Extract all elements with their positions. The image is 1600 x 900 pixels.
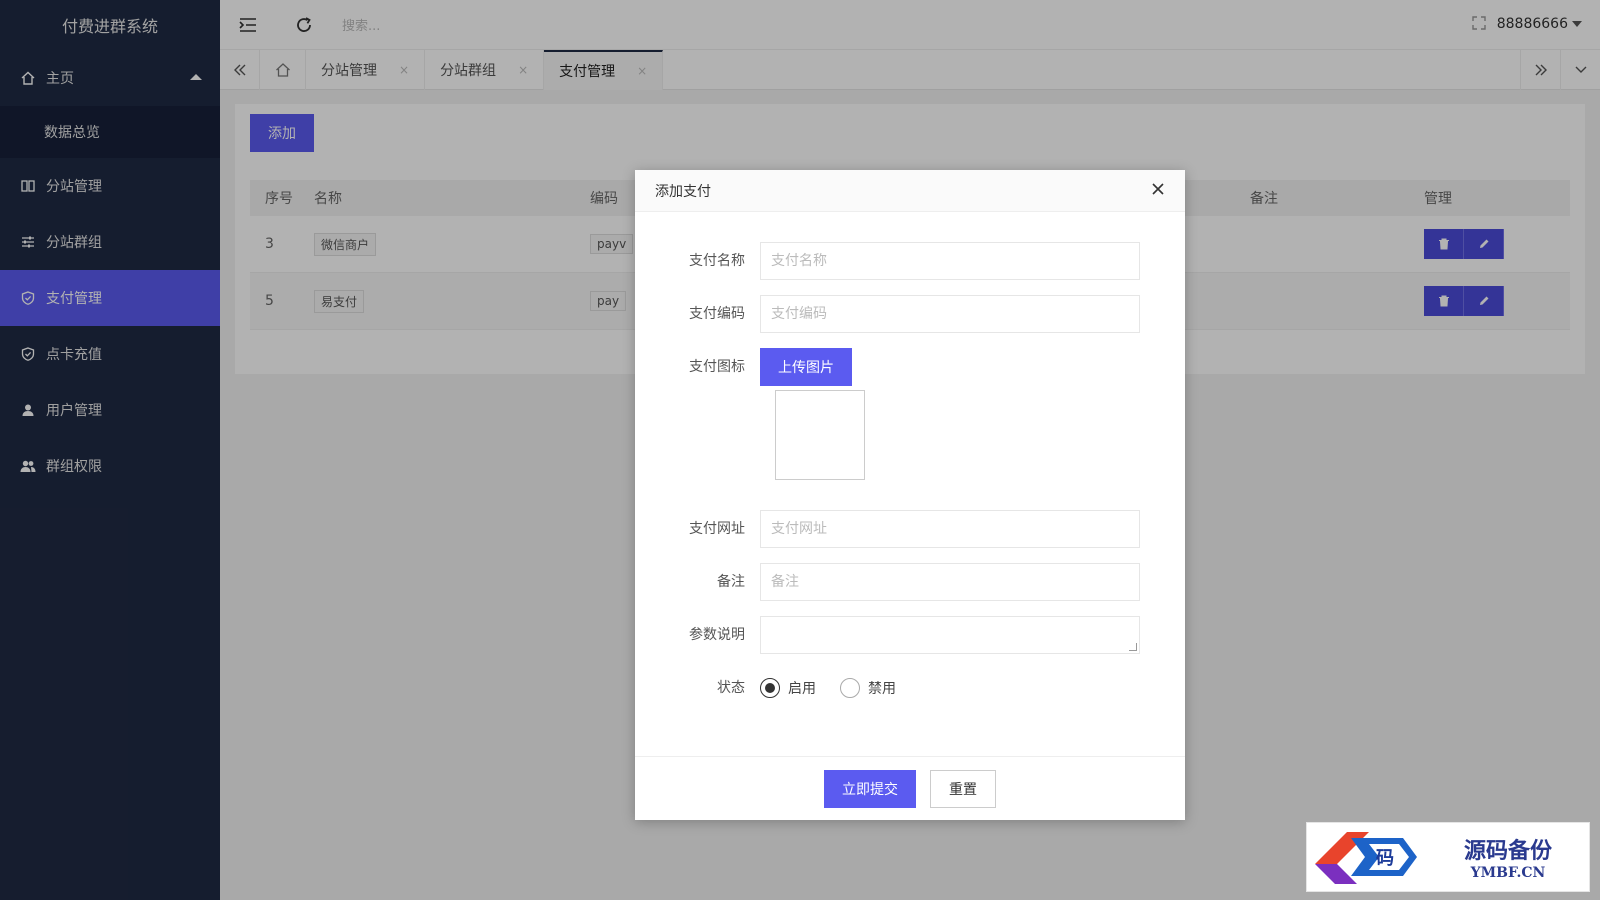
dialog-header: 添加支付: [635, 170, 1185, 212]
form-row-code: 支付编码 支付编码: [650, 295, 1170, 333]
close-button[interactable]: [1151, 182, 1169, 200]
status-radio-group: 启用 禁用: [760, 669, 920, 707]
reset-button[interactable]: 重置: [930, 769, 996, 808]
upload-image-button[interactable]: 上传图片: [760, 348, 852, 386]
watermark-logo: 码 源码备份 YMBF.CN: [1306, 822, 1590, 892]
add-payment-dialog: 添加支付 支付名称 支付名称 支付编码 支付编码 支付图标 上传图片 支付网址 …: [635, 170, 1185, 820]
field-label: 备注: [717, 574, 745, 590]
status-enabled-radio[interactable]: 启用: [760, 678, 816, 698]
form-row-params: 参数说明: [650, 616, 1170, 654]
watermark-text: 源码备份 YMBF.CN: [1427, 833, 1589, 881]
dialog-form: 支付名称 支付名称 支付编码 支付编码 支付图标 上传图片 支付网址 支付网址 …: [650, 228, 1170, 748]
field-label: 支付图标: [689, 359, 745, 375]
radio-label: 启用: [788, 681, 816, 697]
field-label: 支付名称: [689, 253, 745, 269]
form-row-url: 支付网址 支付网址: [650, 510, 1170, 548]
image-preview: [775, 390, 865, 480]
radio-label: 禁用: [868, 681, 896, 697]
field-label: 支付编码: [689, 306, 745, 322]
watermark-cn: 源码备份: [1463, 838, 1552, 864]
remark-input[interactable]: 备注: [760, 563, 1140, 601]
watermark-emblem: 码: [1307, 824, 1427, 890]
field-label: 状态: [717, 680, 745, 696]
submit-button[interactable]: 立即提交: [824, 769, 916, 808]
params-textarea[interactable]: [760, 616, 1140, 654]
form-row-icon: 支付图标 上传图片: [650, 348, 1170, 386]
dialog-title: 添加支付: [655, 183, 711, 200]
form-row-status: 状态 启用 禁用: [650, 669, 1170, 707]
close-icon: [1152, 183, 1164, 195]
form-row-remark: 备注 备注: [650, 563, 1170, 601]
payment-name-input[interactable]: 支付名称: [760, 242, 1140, 280]
field-label: 支付网址: [689, 521, 745, 537]
form-row-name: 支付名称 支付名称: [650, 242, 1170, 280]
dialog-footer: 立即提交 重置: [635, 756, 1185, 820]
radio-unchecked-icon: [840, 678, 860, 698]
radio-checked-icon: [760, 678, 780, 698]
payment-code-input[interactable]: 支付编码: [760, 295, 1140, 333]
watermark-char: 码: [1376, 848, 1394, 869]
resize-handle[interactable]: [1129, 643, 1137, 651]
status-disabled-radio[interactable]: 禁用: [840, 678, 896, 698]
field-label: 参数说明: [689, 627, 745, 643]
watermark-en: YMBF.CN: [1470, 865, 1546, 881]
payment-url-input[interactable]: 支付网址: [760, 510, 1140, 548]
